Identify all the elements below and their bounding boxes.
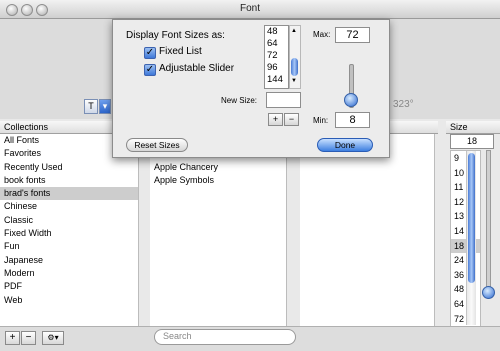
size-field[interactable]: 18 — [450, 134, 494, 149]
collection-item[interactable]: Fixed Width — [0, 227, 138, 240]
collection-item[interactable]: Classic — [0, 214, 138, 227]
text-format-button[interactable]: T — [84, 99, 98, 114]
title-bar: Font — [0, 0, 500, 19]
search-field[interactable]: Search — [154, 329, 296, 345]
action-gear-button[interactable]: ⚙▾ — [42, 331, 64, 345]
sheet-sizes-list[interactable]: 48 64 72 96 144 — [264, 25, 289, 89]
family-list[interactable]: HelveticaTimes New RomanApple ChanceryAp… — [150, 134, 287, 326]
max-size-field[interactable]: 72 — [335, 27, 370, 43]
fixed-list-checkbox[interactable]: ✓ — [144, 47, 156, 59]
collection-item[interactable]: Web — [0, 294, 138, 307]
font-sizes-sheet: Display Font Sizes as: ✓ Fixed List ✓ Ad… — [112, 19, 390, 158]
display-sizes-label: Display Font Sizes as: — [126, 30, 225, 41]
sheet-size-item[interactable]: 72 — [265, 50, 288, 62]
collection-item[interactable]: book fonts — [0, 174, 138, 187]
max-label: Max: — [313, 30, 331, 39]
size-list-scroll-thumb[interactable] — [468, 153, 475, 283]
size-header: Size — [446, 121, 500, 134]
collection-item[interactable]: brad's fonts — [0, 187, 138, 201]
size-list-scrollbar[interactable] — [466, 151, 476, 325]
collection-item[interactable]: PDF — [0, 280, 138, 293]
font-panel-window: Font T ▾ 323° Collections Size All Fonts… — [0, 0, 500, 351]
add-collection-button[interactable]: + — [5, 331, 20, 345]
min-label: Min: — [313, 116, 329, 125]
family-item[interactable]: Apple Symbols — [150, 174, 286, 187]
scroll-down-icon[interactable]: ▼ — [291, 78, 297, 84]
new-size-field[interactable] — [266, 92, 301, 108]
sheet-size-item[interactable]: 48 — [265, 26, 288, 38]
family-item[interactable]: Apple Chancery — [150, 161, 286, 174]
collection-item[interactable]: Fun — [0, 240, 138, 253]
sheet-sizes-scroll-thumb[interactable] — [291, 58, 298, 76]
adjustable-slider-label: Adjustable Slider — [159, 63, 235, 74]
adjustable-slider-checkbox[interactable]: ✓ — [144, 64, 156, 76]
scroll-up-icon[interactable]: ▲ — [291, 28, 297, 34]
sheet-size-slider-knob[interactable] — [344, 93, 358, 107]
size-slider-knob[interactable] — [482, 286, 495, 299]
format-menu-button[interactable]: ▾ — [99, 99, 111, 114]
reset-sizes-button[interactable]: Reset Sizes — [126, 138, 188, 152]
remove-collection-button[interactable]: − — [21, 331, 36, 345]
collection-item[interactable]: Chinese — [0, 200, 138, 213]
sheet-sizes-scrollbar[interactable]: ▲ ▼ — [289, 25, 301, 89]
remove-size-button[interactable]: − — [284, 113, 299, 126]
collection-item[interactable]: Japanese — [0, 254, 138, 267]
done-button[interactable]: Done — [317, 138, 373, 152]
new-size-label: New Size: — [221, 96, 258, 105]
rotation-readout: 323° — [393, 99, 414, 110]
size-slider-track[interactable] — [486, 150, 491, 292]
sheet-size-item[interactable]: 144 — [265, 74, 288, 86]
window-title: Font — [239, 3, 260, 14]
sheet-size-item[interactable]: 64 — [265, 38, 288, 50]
collections-list[interactable]: All Fonts Favorites Recently Used book font… — [0, 134, 139, 326]
collection-item[interactable]: Modern — [0, 267, 138, 280]
typeface-list[interactable] — [300, 134, 435, 326]
collection-item[interactable]: Recently Used — [0, 161, 138, 174]
min-size-field[interactable]: 8 — [335, 112, 370, 128]
add-size-button[interactable]: + — [268, 113, 283, 126]
search-placeholder: Search — [163, 331, 192, 341]
fixed-list-label: Fixed List — [159, 46, 202, 57]
sheet-size-item[interactable]: 96 — [265, 62, 288, 74]
